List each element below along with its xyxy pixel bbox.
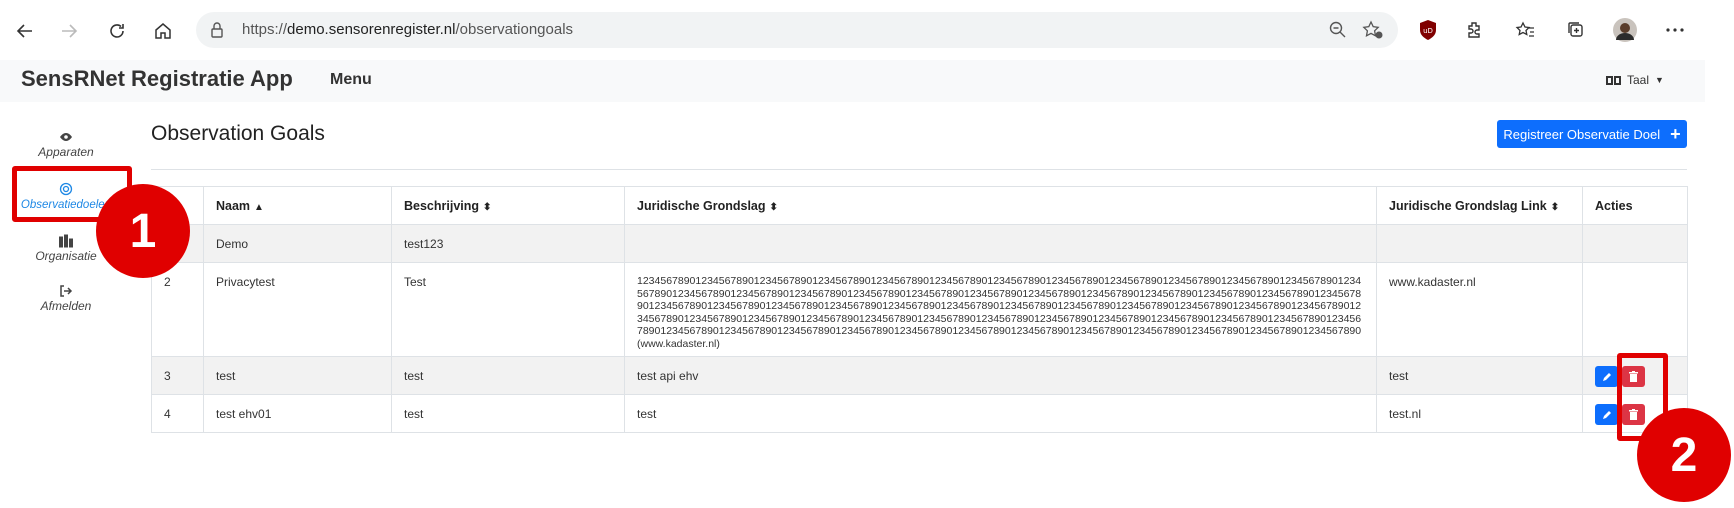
plus-icon: + <box>1670 124 1681 144</box>
cell-grondslag: 1234567890123456789012345678901234567890… <box>624 262 1377 357</box>
column-header-label: Naam <box>216 198 251 213</box>
cell-grondslag: test api ehv <box>624 356 1377 395</box>
column-header-label: Beschrijving <box>404 198 480 213</box>
table-row[interactable]: 2 Privacytest Test 123456789012345678901… <box>151 262 1688 357</box>
cell-grondslag: test <box>624 394 1377 433</box>
column-header-grondslag-link[interactable]: Juridische Grondslag Link ⬍ <box>1376 186 1583 225</box>
cell-id: 4 <box>151 394 204 433</box>
home-icon[interactable] <box>146 14 180 48</box>
cell-link: www.kadaster.nl <box>1376 262 1583 357</box>
more-icon[interactable] <box>1660 15 1690 45</box>
column-header-label: Acties <box>1595 198 1633 213</box>
menu-link[interactable]: Menu <box>330 71 372 89</box>
cell-beschrijving: Test <box>391 262 625 357</box>
table-header-row: Naam ▲ Beschrijving ⬍ Juridische Grondslag… <box>151 186 1688 225</box>
url-text[interactable]: https://demo.sensorenregister.nl/observa… <box>242 21 573 38</box>
cell-beschrijving: test <box>391 394 625 433</box>
language-icon <box>1606 75 1621 85</box>
zoom-out-icon[interactable] <box>1328 20 1348 45</box>
cell-beschrijving: test123 <box>391 224 625 263</box>
cell-acties <box>1582 224 1688 263</box>
sidebar-item-label: Organisatie <box>35 249 97 263</box>
sort-icon[interactable]: ⬍ <box>770 202 778 213</box>
sort-icon[interactable]: ⬍ <box>483 202 491 213</box>
forward-icon[interactable] <box>52 14 86 48</box>
table-row[interactable]: 1 Demo test123 <box>151 224 1688 263</box>
observation-goals-table: Naam ▲ Beschrijving ⬍ Juridische Grondslag… <box>151 186 1688 433</box>
lock-icon[interactable] <box>210 21 224 44</box>
divider <box>151 169 1687 170</box>
sign-out-icon <box>60 285 73 297</box>
url-path: /observationgoals <box>455 21 574 38</box>
back-icon[interactable] <box>8 14 42 48</box>
ublock-icon[interactable]: uD <box>1413 15 1443 45</box>
language-dropdown[interactable]: Taal ▼ <box>1606 73 1664 87</box>
url-host: demo.sensorenregister.nl <box>287 21 456 38</box>
cell-grondslag <box>624 224 1377 263</box>
pencil-icon <box>1602 410 1611 419</box>
eye-icon <box>60 133 72 141</box>
cell-naam: Demo <box>203 224 392 263</box>
edit-button[interactable] <box>1595 404 1618 425</box>
sort-asc-icon[interactable]: ▲ <box>254 202 264 213</box>
cell-naam: test ehv01 <box>203 394 392 433</box>
column-header-label: Juridische Grondslag <box>637 198 766 213</box>
edit-button[interactable] <box>1595 366 1618 387</box>
cell-acties <box>1582 262 1688 357</box>
cell-link: test <box>1376 356 1583 395</box>
column-header-label: Juridische Grondslag Link <box>1389 198 1547 213</box>
building-icon <box>59 234 73 248</box>
browser-toolbar: https://demo.sensorenregister.nl/observa… <box>0 0 1734 60</box>
extensions-icon[interactable] <box>1460 15 1490 45</box>
cell-naam: test <box>203 356 392 395</box>
column-header-juridische-grondslag[interactable]: Juridische Grondslag ⬍ <box>624 186 1377 225</box>
sidebar-item-apparaten[interactable]: Apparaten <box>20 130 112 159</box>
language-label: Taal <box>1627 73 1650 87</box>
table-row[interactable]: 4 test ehv01 test test test.nl <box>151 394 1688 433</box>
add-favorite-icon[interactable] <box>1362 20 1384 45</box>
cell-beschrijving: test <box>391 356 625 395</box>
app-brand[interactable]: SensRNet Registratie App <box>21 66 293 92</box>
sidebar-item-label: Afmelden <box>40 299 92 313</box>
register-goal-label: Registreer Observatie Doel <box>1503 126 1661 142</box>
avatar[interactable] <box>1610 15 1640 45</box>
cell-link <box>1376 224 1583 263</box>
address-bar[interactable]: https://demo.sensorenregister.nl/observa… <box>196 12 1398 48</box>
step-badge-1: 1 <box>96 184 190 278</box>
refresh-icon[interactable] <box>100 14 134 48</box>
cell-id: 3 <box>151 356 204 395</box>
caret-down-icon: ▼ <box>1655 75 1664 85</box>
step-badge-2: 2 <box>1637 408 1731 502</box>
url-scheme: https:// <box>242 21 288 38</box>
sort-icon[interactable]: ⬍ <box>1551 202 1559 213</box>
cell-naam: Privacytest <box>203 262 392 357</box>
collections-icon[interactable] <box>1561 15 1591 45</box>
cell-id: 2 <box>151 262 204 357</box>
column-header-naam[interactable]: Naam ▲ <box>203 186 392 225</box>
table-row[interactable]: 3 test test test api ehv test <box>151 356 1688 395</box>
sidebar-item-label: Apparaten <box>38 145 94 159</box>
favorites-icon[interactable] <box>1510 15 1540 45</box>
page-title: Observation Goals <box>151 122 325 145</box>
column-header-acties: Acties <box>1582 186 1688 225</box>
svg-text:uD: uD <box>1423 27 1433 35</box>
cell-link: test.nl <box>1376 394 1583 433</box>
app-navbar: SensRNet Registratie App Menu Taal ▼ <box>0 60 1705 102</box>
sidebar-item-afmelden[interactable]: Afmelden <box>20 284 112 313</box>
pencil-icon <box>1602 372 1611 381</box>
column-header-beschrijving[interactable]: Beschrijving ⬍ <box>391 186 625 225</box>
register-goal-button[interactable]: Registreer Observatie Doel + <box>1497 120 1687 148</box>
